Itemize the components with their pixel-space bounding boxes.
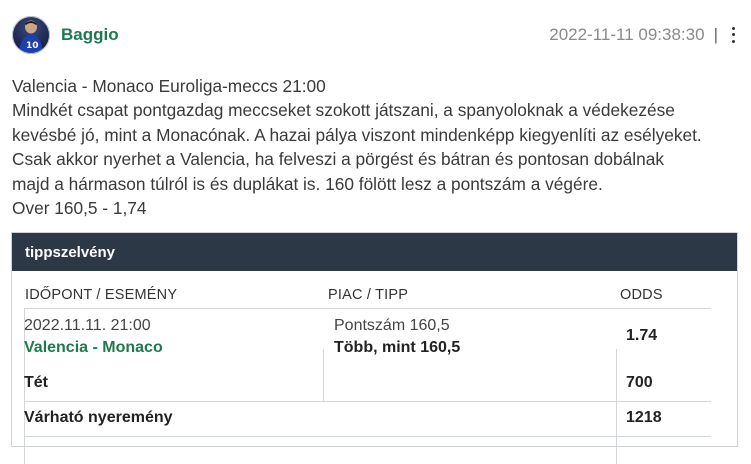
post-meta: 2022-11-11 09:38:30 |: [549, 25, 739, 45]
post-line: kevésbé jó, mint a Monacónak. A hazai pá…: [12, 124, 702, 145]
post-line: Valencia - Monaco Euroliga-meccs 21:00: [12, 76, 326, 96]
payout-value: 1218: [626, 409, 662, 426]
post-line: Mindkét csapat pontgazdag meccseket szok…: [12, 100, 675, 121]
post-timestamp: 2022-11-11 09:38:30: [549, 25, 705, 44]
meta-separator: |: [713, 25, 718, 44]
post-line: majd a hármason túlról is és duplákat is…: [12, 173, 603, 194]
player-avatar-icon: 10: [12, 16, 50, 54]
payout-label: Várható nyeremény: [24, 409, 173, 426]
bet-slip-title: tippszelvény: [12, 233, 737, 271]
post-line: Over 160,5 - 1,74: [12, 198, 147, 219]
market-name: Pontszám 160,5: [334, 317, 450, 334]
tip-selection: Több, mint 160,5: [334, 339, 461, 356]
column-header-odds: ODDS: [620, 287, 663, 303]
post-body: Valencia - Monaco Euroliga-meccs 21:00 M…: [12, 74, 742, 220]
kebab-menu-icon[interactable]: [727, 25, 739, 45]
column-header-market: PIAC / TIPP: [328, 287, 409, 303]
username[interactable]: Baggio: [61, 25, 119, 45]
odds-value: 1.74: [626, 327, 658, 344]
stake-label: Tét: [24, 374, 48, 391]
column-header-event: IDŐPONT / ESEMÉNY: [25, 287, 178, 303]
user-avatar[interactable]: 10: [12, 16, 50, 54]
bet-slip: tippszelvény IDŐPONT / ESEMÉNY PIAC / TI…: [11, 232, 738, 464]
svg-text:10: 10: [26, 41, 39, 51]
event-match-link[interactable]: Valencia - Monaco: [24, 339, 163, 357]
post-header: 10 Baggio 2022-11-11 09:38:30 |: [12, 14, 739, 56]
post-line: Csak akkor nyerhet a Valencia, ha felves…: [12, 149, 664, 170]
event-date: 2022.11.11. 21:00: [24, 317, 151, 334]
stake-value: 700: [626, 374, 653, 391]
